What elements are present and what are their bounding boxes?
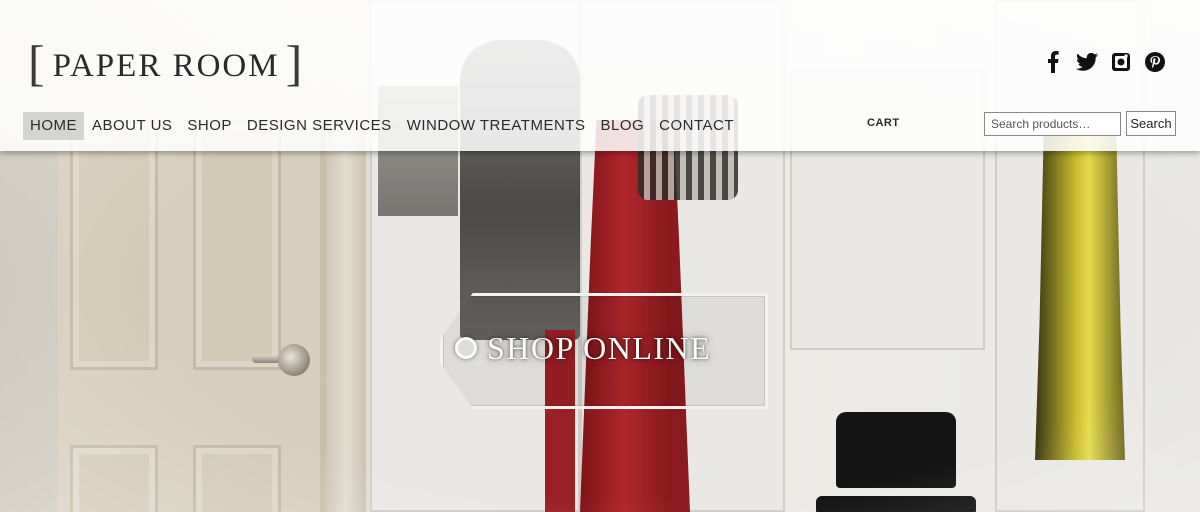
twitter-link[interactable] [1076, 51, 1098, 73]
pinterest-link[interactable] [1144, 51, 1166, 73]
logo-bracket-right: ] [285, 35, 305, 91]
nav-home[interactable]: HOME [23, 112, 84, 140]
nav-blog[interactable]: BLOG [593, 112, 651, 140]
nav-window-treatments[interactable]: WINDOW TREATMENTS [400, 112, 593, 140]
site-header: [ PAPER ROOM ] HOME ABOUT US SHOP DESIGN… [0, 0, 1200, 151]
instagram-link[interactable] [1110, 51, 1132, 73]
nav-about-us[interactable]: ABOUT US [85, 112, 179, 140]
pinterest-icon [1145, 52, 1165, 72]
facebook-link[interactable] [1042, 51, 1064, 73]
main-nav: HOME ABOUT US SHOP DESIGN SERVICES WINDO… [23, 112, 742, 140]
tag-hole-icon [455, 337, 477, 359]
site-logo[interactable]: [ PAPER ROOM ] [28, 38, 304, 88]
social-links [1042, 51, 1166, 73]
nav-shop[interactable]: SHOP [180, 112, 239, 140]
nav-design-services[interactable]: DESIGN SERVICES [240, 112, 399, 140]
search-button[interactable]: Search [1126, 111, 1176, 136]
logo-text: PAPER ROOM [52, 47, 280, 84]
logo-bracket-left: [ [28, 35, 47, 91]
shop-online-button[interactable]: SHOP ONLINE [455, 326, 755, 370]
instagram-icon [1112, 53, 1130, 71]
cart-link[interactable]: CART [867, 117, 900, 129]
search-input[interactable] [984, 112, 1121, 136]
twitter-icon [1076, 52, 1098, 71]
shop-online-label: SHOP ONLINE [487, 329, 712, 366]
nav-contact[interactable]: CONTACT [652, 112, 741, 140]
facebook-icon [1048, 51, 1059, 73]
